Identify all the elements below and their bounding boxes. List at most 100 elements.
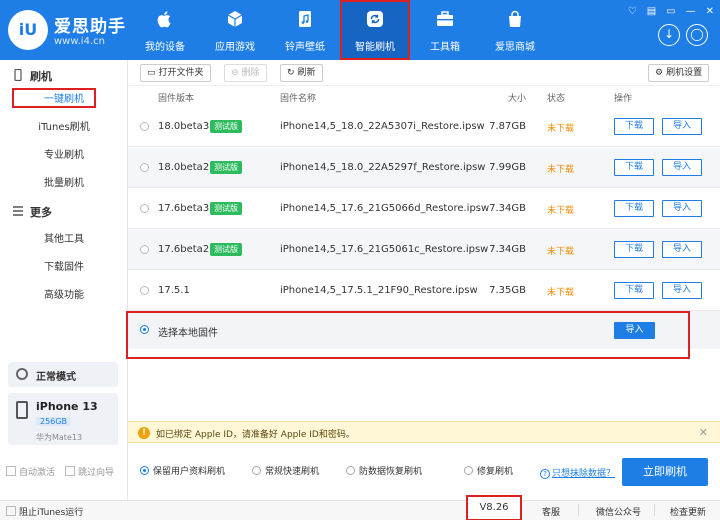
auto-activate-checkbox[interactable]: 自动激活 — [6, 465, 55, 478]
beta-badge: 测试版 — [210, 120, 242, 133]
status-bar: 阻止iTunes运行 V8.26 客服 微信公众号 检查更新 — [0, 495, 720, 520]
col-status: 状态 — [547, 94, 566, 104]
refresh-circle-icon — [367, 11, 383, 27]
nav-my-device[interactable]: 我的设备 — [130, 0, 200, 60]
table-row[interactable]: 17.6beta2 测试版 iPhone14,5_17.6_21G5061c_R… — [128, 230, 720, 270]
download-button[interactable]: 下载 — [614, 282, 654, 299]
highlight-one-click-flash — [12, 88, 96, 108]
download-button[interactable]: 下载 — [614, 118, 654, 135]
option-quick-flash[interactable]: 常规快速刷机 — [252, 464, 319, 477]
version-label: V8.26 — [466, 495, 522, 520]
user-icon: ◯ — [690, 27, 704, 41]
sidebar-item-itunes-flash[interactable]: iTunes刷机 — [0, 118, 128, 138]
delete-button[interactable]: ⊖ 删除 — [224, 64, 267, 82]
sidebar-item-advanced[interactable]: 高级功能 — [0, 286, 128, 306]
import-button[interactable]: 导入 — [662, 282, 702, 299]
list-icon — [13, 206, 23, 216]
flash-now-button[interactable]: 立即刷机 — [622, 458, 708, 486]
device-alias: 华为Mate13 — [36, 433, 83, 442]
iphone-icon — [16, 401, 28, 419]
option-repair-flash[interactable]: 修复刷机 — [464, 464, 513, 477]
mode-icon — [16, 368, 28, 380]
skin-icon[interactable]: ▤ — [647, 6, 656, 17]
option-anti-recovery[interactable]: 防数据恢复刷机 — [346, 464, 422, 477]
col-size: 大小 — [508, 94, 527, 104]
row-radio[interactable] — [140, 245, 149, 254]
notice-close-icon[interactable]: ✕ — [699, 426, 708, 439]
check-update-link[interactable]: 检查更新 — [670, 505, 706, 518]
table-row[interactable]: 17.6beta3 测试版 iPhone14,5_17.6_21G5066d_R… — [128, 189, 720, 229]
app-header: iU 爱思助手 www.i4.cn 我的设备 应用游戏 铃声壁纸 智能刷机 工具… — [0, 0, 720, 60]
folder-icon: ▭ — [147, 68, 156, 78]
device-card[interactable]: iPhone 13 256GB 华为Mate13 — [8, 393, 118, 445]
nav-smart-flash[interactable]: 智能刷机 — [340, 0, 410, 60]
gear-icon: ⚙ — [655, 68, 664, 78]
sidebar-item-pro-flash[interactable]: 专业刷机 — [0, 146, 128, 166]
row-radio[interactable] — [140, 122, 149, 131]
favorite-icon[interactable]: ♡ — [628, 6, 637, 17]
brand-url: www.i4.cn — [54, 36, 105, 47]
highlight-local-firmware — [126, 311, 690, 359]
apple-icon — [157, 11, 171, 28]
question-icon: ? — [540, 469, 550, 479]
phone-icon — [14, 69, 22, 81]
toolbox-icon — [437, 11, 453, 26]
device-mode-card[interactable]: 正常模式 — [8, 362, 118, 387]
close-icon[interactable]: ✕ — [706, 6, 714, 17]
row-radio[interactable] — [140, 163, 149, 172]
user-account-button[interactable]: ◯ — [686, 24, 708, 46]
row-radio[interactable] — [140, 286, 149, 295]
main-nav: 我的设备 应用游戏 铃声壁纸 智能刷机 工具箱 爱思商城 — [130, 0, 550, 60]
warning-icon: ! — [138, 427, 150, 439]
brand-name: 爱思助手 — [54, 17, 126, 37]
row-radio[interactable] — [140, 204, 149, 213]
table-row[interactable]: 18.0beta3 测试版 iPhone14,5_18.0_22A5307i_R… — [128, 107, 720, 147]
menu-icon[interactable]: ▭ — [666, 6, 675, 17]
download-manager-button[interactable]: ↓ — [658, 24, 680, 46]
table-row[interactable]: 17.5.1 iPhone14,5_17.5.1_21F90_Restore.i… — [128, 271, 720, 311]
beta-badge: 测试版 — [210, 202, 242, 215]
device-capacity: 256GB — [36, 417, 71, 426]
nav-apps-games[interactable]: 应用游戏 — [200, 0, 270, 60]
option-keep-data[interactable]: 保留用户资料刷机 — [140, 464, 225, 477]
erase-only-link[interactable]: ? 只想抹除数据？ — [540, 466, 615, 479]
sidebar-item-other-tools[interactable]: 其他工具 — [0, 230, 128, 250]
minimize-icon[interactable]: — — [686, 6, 696, 17]
beta-badge: 测试版 — [210, 161, 242, 174]
window-controls: ♡ ▤ ▭ — ✕ — [628, 6, 714, 17]
app-logo: iU — [8, 10, 48, 50]
beta-badge: 测试版 — [210, 243, 242, 256]
sidebar-item-batch-flash[interactable]: 批量刷机 — [0, 174, 128, 194]
flash-settings-button[interactable]: ⚙ 刷机设置 — [648, 64, 710, 82]
sidebar-checkboxes: 自动激活 跳过向导 — [6, 465, 114, 478]
open-folder-button[interactable]: ▭ 打开文件夹 — [140, 64, 211, 82]
download-button[interactable]: 下载 — [614, 159, 654, 176]
nav-toolbox[interactable]: 工具箱 — [410, 0, 480, 60]
download-button[interactable]: 下载 — [614, 200, 654, 217]
device-name: iPhone 13 — [36, 400, 98, 413]
firmware-toolbar: ▭ 打开文件夹 ⊖ 删除 ↻ 刷新 ⚙ 刷机设置 — [128, 60, 720, 86]
download-arrow-icon: ↓ — [663, 27, 675, 41]
col-name: 固件名称 — [280, 94, 317, 104]
nav-store[interactable]: 爱思商城 — [480, 0, 550, 60]
wechat-link[interactable]: 微信公众号 — [596, 505, 641, 518]
import-button[interactable]: 导入 — [662, 159, 702, 176]
table-header: 固件版本 固件名称 大小 状态 操作 — [128, 88, 720, 106]
download-button[interactable]: 下载 — [614, 241, 654, 258]
sidebar-item-download-firmware[interactable]: 下载固件 — [0, 258, 128, 278]
music-file-icon — [299, 11, 311, 27]
nav-ringtones-wallpapers[interactable]: 铃声壁纸 — [270, 0, 340, 60]
import-button[interactable]: 导入 — [662, 241, 702, 258]
import-button[interactable]: 导入 — [662, 118, 702, 135]
sidebar-heading-flash: 刷机 — [12, 68, 52, 84]
shopping-bag-icon — [509, 10, 521, 27]
skip-guide-checkbox[interactable]: 跳过向导 — [65, 465, 114, 478]
table-row[interactable]: 18.0beta2 测试版 iPhone14,5_18.0_22A5297f_R… — [128, 148, 720, 188]
refresh-button[interactable]: ↻ 刷新 — [280, 64, 323, 82]
refresh-icon: ↻ — [287, 68, 295, 78]
block-itunes-checkbox[interactable]: 阻止iTunes运行 — [6, 505, 83, 518]
sidebar-heading-more: 更多 — [12, 204, 52, 220]
customer-service-link[interactable]: 客服 — [542, 505, 560, 518]
cube-icon — [227, 11, 243, 27]
import-button[interactable]: 导入 — [662, 200, 702, 217]
